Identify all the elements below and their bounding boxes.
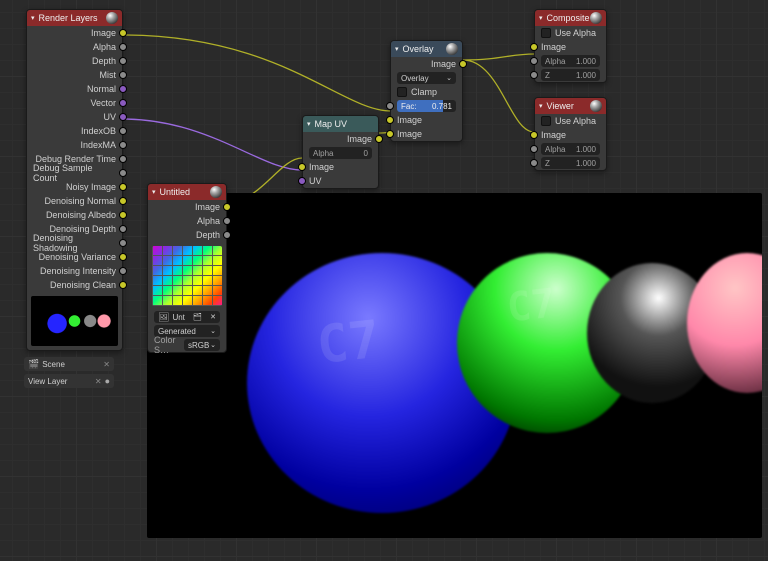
node-header[interactable]: ▾ Viewer (535, 98, 606, 114)
preview-sphere-icon (590, 12, 602, 24)
collapse-icon[interactable]: ▾ (539, 14, 543, 22)
socket-image-in: Image (535, 40, 606, 54)
socket-alpha-in[interactable]: Alpha1.000 (535, 142, 606, 156)
use-alpha-checkbox[interactable]: Use Alpha (535, 26, 606, 40)
image-datablock[interactable]: 🖼 Unt 🗂 ✕ (148, 310, 226, 324)
render-preview (31, 296, 118, 346)
checkbox-icon[interactable] (397, 87, 407, 97)
fake-user-icon[interactable]: 🗂 (193, 313, 202, 321)
uv-stamp: C7 (314, 310, 383, 376)
node-map-uv[interactable]: ▾ Map UV Image Alpha0 Image UV (302, 115, 379, 189)
socket-image: Image (148, 200, 226, 214)
fac-slider[interactable]: Fac:0.781 (391, 99, 462, 113)
node-composite[interactable]: ▾ Composite Use Alpha Image Alpha1.000 Z… (534, 9, 607, 83)
socket-z-in[interactable]: Z1.000 (535, 156, 606, 170)
chevron-down-icon: ⌄ (210, 327, 216, 335)
collapse-icon[interactable]: ▾ (152, 188, 156, 196)
collapse-icon[interactable]: ▾ (307, 120, 311, 128)
image-preview (152, 246, 222, 306)
socket-image2-in: Image (391, 127, 462, 141)
pin-icon[interactable]: ● (105, 376, 110, 386)
socket-alpha: Alpha (148, 214, 226, 228)
scene-selector[interactable]: 🎬 Scene ✕ (24, 357, 114, 371)
socket-depth: Depth (148, 228, 226, 242)
checkbox-icon[interactable] (541, 28, 551, 38)
checkbox-icon[interactable] (541, 116, 551, 126)
scene-name: Scene (42, 360, 65, 369)
socket-indexob: IndexOB (27, 124, 122, 138)
socket-mist: Mist (27, 68, 122, 82)
node-title: Overlay (403, 44, 434, 54)
socket-indexma: IndexMA (27, 138, 122, 152)
socket-normal: Normal (27, 82, 122, 96)
socket-denoising-clean: Denoising Clean (27, 278, 122, 292)
collapse-icon[interactable]: ▾ (31, 14, 35, 22)
node-header[interactable]: ▾ Overlay (391, 41, 462, 57)
socket-denoising-normal: Denoising Normal (27, 194, 122, 208)
node-render-layers[interactable]: ▾ Render Layers Image Alpha Depth Mist N… (26, 9, 123, 351)
socket-denoising-albedo: Denoising Albedo (27, 208, 122, 222)
socket-image-in: Image (535, 128, 606, 142)
socket-alpha-in[interactable]: Alpha1.000 (535, 54, 606, 68)
image-icon: 🖼 (158, 312, 169, 323)
colorspace-label: Color S… (154, 335, 180, 355)
socket-alpha: Alpha (27, 40, 122, 54)
alpha-slider[interactable]: Alpha0 (303, 146, 378, 160)
socket-denoising-variance: Denoising Variance (27, 250, 122, 264)
scene-icon: 🎬 (28, 359, 39, 370)
socket-z-in[interactable]: Z1.000 (535, 68, 606, 82)
node-overlay[interactable]: ▾ Overlay Image Overlay⌄ Clamp Fac:0.781… (390, 40, 463, 142)
socket-denoising-intensity: Denoising Intensity (27, 264, 122, 278)
node-title: Render Layers (39, 13, 98, 23)
node-viewer[interactable]: ▾ Viewer Use Alpha Image Alpha1.000 Z1.0… (534, 97, 607, 171)
clear-layer-icon[interactable]: ✕ (95, 377, 102, 386)
socket-uv-in: UV (303, 174, 378, 188)
collapse-icon[interactable]: ▾ (539, 102, 543, 110)
viewer-backdrop: C7 C7 (147, 193, 762, 538)
node-header[interactable]: ▾ Composite (535, 10, 606, 26)
preview-sphere-icon (210, 186, 222, 198)
uv-stamp: C7 (505, 281, 558, 332)
socket-denoising-shadowing: Denoising Shadowing (27, 236, 122, 250)
scene-layer-pickers: 🎬 Scene ✕ View Layer ✕ ● (24, 357, 114, 391)
socket-image-in: Image (303, 160, 378, 174)
node-title: Map UV (315, 119, 348, 129)
node-header[interactable]: ▾ Map UV (303, 116, 378, 132)
preview-sphere-icon (590, 100, 602, 112)
socket-image-out: Image (303, 132, 378, 146)
view-layer-selector[interactable]: View Layer ✕ ● (24, 374, 114, 388)
image-name: Unt (172, 313, 184, 322)
preview-sphere-icon (106, 12, 118, 24)
socket-depth: Depth (27, 54, 122, 68)
node-title: Composite (547, 13, 590, 23)
node-title: Untitled (160, 187, 191, 197)
chevron-down-icon: ⌄ (210, 341, 216, 349)
clamp-checkbox[interactable]: Clamp (391, 85, 462, 99)
preview-sphere-icon (446, 43, 458, 55)
use-alpha-checkbox[interactable]: Use Alpha (535, 114, 606, 128)
clear-scene-icon[interactable]: ✕ (103, 360, 110, 369)
blend-mode-select[interactable]: Overlay⌄ (391, 71, 462, 85)
socket-vector: Vector (27, 96, 122, 110)
node-header[interactable]: ▾ Untitled (148, 184, 226, 200)
socket-uv: UV (27, 110, 122, 124)
view-layer-name: View Layer (28, 377, 67, 386)
socket-noisy-image: Noisy Image (27, 180, 122, 194)
node-image[interactable]: ▾ Untitled Image Alpha Depth 🖼 Unt 🗂 ✕ G… (147, 183, 227, 353)
socket-image-out: Image (391, 57, 462, 71)
socket-image1-in: Image (391, 113, 462, 127)
collapse-icon[interactable]: ▾ (395, 45, 399, 53)
unlink-icon[interactable]: ✕ (210, 313, 216, 321)
chevron-down-icon: ⌄ (446, 74, 452, 82)
image-colorspace[interactable]: Color S… sRGB⌄ (148, 338, 226, 352)
socket-debug-sample-count: Debug Sample Count (27, 166, 122, 180)
socket-image: Image (27, 26, 122, 40)
node-title: Viewer (547, 101, 574, 111)
node-header[interactable]: ▾ Render Layers (27, 10, 122, 26)
